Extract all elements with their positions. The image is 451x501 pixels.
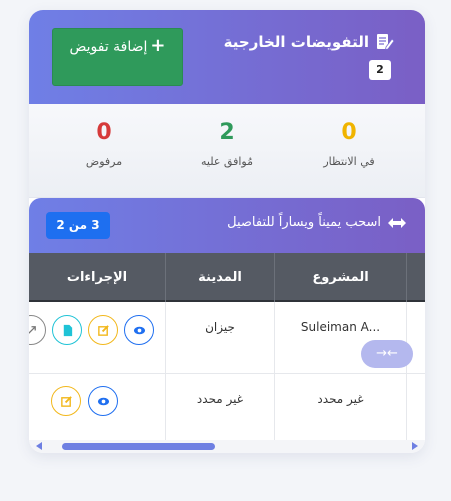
cell-actions [29, 302, 166, 373]
stat-rejected-value: 0 [96, 120, 112, 145]
table-scroll-bar: اسحب يميناً ويساراً للتفاصيل 3 من 2 [29, 198, 425, 253]
cell-project-text: Suleiman A... [300, 320, 381, 334]
open-external-button[interactable] [29, 315, 46, 345]
cell-city: جيزان [166, 302, 275, 373]
header-actions: الإجراءات [29, 253, 166, 302]
overflow-cell [407, 374, 425, 440]
stat-approved-label: مُوافق عليه [201, 155, 253, 168]
header-city: المدينة [166, 253, 275, 302]
scroll-hint-text: اسحب يميناً ويساراً للتفاصيل [227, 215, 381, 230]
view-button[interactable] [124, 315, 154, 345]
page-indicator: 3 من 2 [46, 212, 110, 239]
add-authorization-button[interactable]: +إضافة تفويض [52, 28, 183, 86]
swipe-indicator: →← [361, 340, 413, 368]
status-stats: 0 في الانتظار 2 مُوافق عليه 0 مرفوض [29, 104, 425, 198]
external-authorizations-card: التفويضات الخارجية 2 +إضافة تفويض 0 في ا… [29, 10, 425, 453]
external-link-icon [29, 325, 36, 333]
document-icon [63, 324, 72, 336]
stat-approved: 2 مُوافق عليه [182, 120, 272, 168]
eye-icon [97, 397, 109, 405]
scroll-hint: اسحب يميناً ويساراً للتفاصيل [227, 215, 407, 230]
header-project: المشروع [275, 253, 407, 302]
horizontal-scrollbar[interactable] [29, 440, 425, 453]
title-block: التفويضات الخارجية 2 [224, 32, 395, 80]
edit-icon [60, 395, 72, 407]
page-title: التفويضات الخارجية [224, 32, 395, 52]
stat-rejected-label: مرفوض [85, 155, 123, 168]
edit-icon [97, 324, 109, 336]
count-badge: 2 [369, 60, 391, 80]
stat-pending-value: 0 [341, 120, 357, 145]
title-text: التفويضات الخارجية [223, 33, 369, 51]
cell-city: غير محدد [166, 374, 275, 440]
table-header: المشروع المدينة الإجراءات [29, 253, 425, 302]
scroll-right-icon[interactable] [412, 442, 418, 450]
scroll-left-icon[interactable] [36, 442, 42, 450]
edit-document-icon [377, 34, 395, 51]
add-button-label: إضافة تفويض [69, 39, 148, 55]
stat-approved-value: 2 [219, 120, 235, 145]
edit-button[interactable] [88, 315, 118, 345]
view-button[interactable] [88, 386, 118, 416]
card-header: التفويضات الخارجية 2 +إضافة تفويض [29, 10, 425, 104]
cell-actions [29, 374, 166, 440]
cell-city-text: جيزان [205, 320, 235, 334]
edit-button[interactable] [51, 386, 81, 416]
scrollbar-thumb[interactable] [62, 443, 215, 450]
arrows-left-right-icon [388, 217, 406, 228]
header-overflow-cell [407, 253, 425, 302]
cell-project-text: غير محدد [317, 392, 364, 406]
stat-pending: 0 في الانتظار [304, 120, 394, 168]
stat-pending-label: في الانتظار [323, 155, 375, 168]
cell-city-text: غير محدد [196, 392, 244, 406]
plus-icon: + [150, 35, 166, 56]
cell-project: غير محدد [275, 374, 407, 440]
document-button[interactable] [52, 315, 82, 345]
table-row: غير محدد غير محدد [29, 374, 425, 440]
stat-rejected: 0 مرفوض [59, 120, 149, 168]
eye-icon [133, 326, 145, 334]
